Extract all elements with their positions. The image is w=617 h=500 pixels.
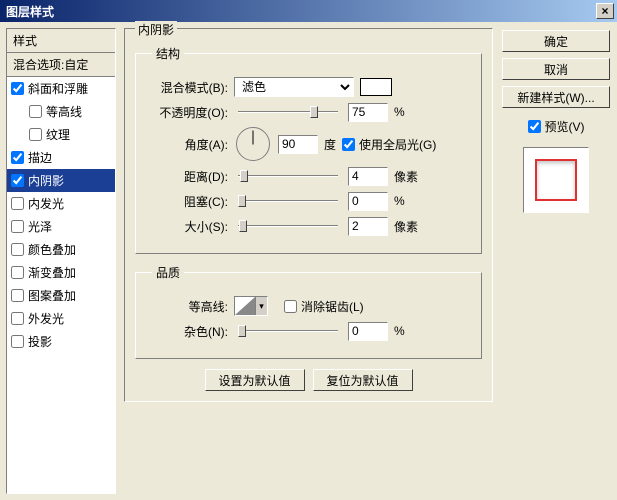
sidebar-item[interactable]: 斜面和浮雕	[7, 77, 115, 100]
antialias-checkbox[interactable]: 消除锯齿(L)	[284, 298, 364, 315]
sidebar-item-label: 纹理	[46, 126, 70, 143]
angle-label: 角度(A):	[148, 136, 228, 153]
blend-mode-select[interactable]: 滤色	[234, 77, 354, 97]
sidebar-item-label: 等高线	[46, 103, 82, 120]
noise-input[interactable]	[348, 322, 388, 341]
noise-slider[interactable]	[238, 321, 338, 341]
sidebar-item[interactable]: 投影	[7, 330, 115, 353]
new-style-button[interactable]: 新建样式(W)...	[502, 86, 610, 108]
contour-label: 等高线:	[148, 298, 228, 315]
sidebar-item-label: 描边	[28, 149, 52, 166]
panel-title: 内阴影	[135, 21, 177, 38]
sidebar-header: 样式	[7, 29, 115, 53]
angle-input[interactable]	[278, 135, 318, 154]
preview-swatch	[535, 159, 577, 201]
ok-button[interactable]: 确定	[502, 30, 610, 52]
size-input[interactable]	[348, 217, 388, 236]
sidebar-item-checkbox[interactable]	[11, 220, 24, 233]
noise-label: 杂色(N):	[148, 323, 228, 340]
pct-label: %	[394, 194, 405, 208]
sidebar-item-checkbox[interactable]	[11, 82, 24, 95]
sidebar-item-label: 外发光	[28, 310, 64, 327]
sidebar-item-label: 渐变叠加	[28, 264, 76, 281]
sidebar-item-checkbox[interactable]	[11, 335, 24, 348]
px-label: 像素	[394, 218, 418, 235]
sidebar-item[interactable]: 纹理	[7, 123, 115, 146]
px-label: 像素	[394, 168, 418, 185]
sidebar-item[interactable]: 图案叠加	[7, 284, 115, 307]
degree-label: 度	[324, 136, 336, 153]
sidebar-item-checkbox[interactable]	[29, 128, 42, 141]
sidebar-item[interactable]: 内阴影	[7, 169, 115, 192]
reset-default-button[interactable]: 复位为默认值	[313, 369, 413, 391]
color-swatch[interactable]	[360, 78, 392, 96]
angle-dial[interactable]	[236, 127, 270, 161]
pct-label: %	[394, 105, 405, 119]
window-title: 图层样式	[6, 3, 54, 20]
sidebar-item-checkbox[interactable]	[11, 289, 24, 302]
distance-slider[interactable]	[238, 166, 338, 186]
sidebar-item-label: 图案叠加	[28, 287, 76, 304]
pct-label: %	[394, 324, 405, 338]
sidebar-item-label: 内阴影	[28, 172, 64, 189]
sidebar-item[interactable]: 内发光	[7, 192, 115, 215]
size-slider[interactable]	[238, 216, 338, 236]
sidebar-item-label: 斜面和浮雕	[28, 80, 88, 97]
dialog-body: 样式 混合选项:自定 斜面和浮雕等高线纹理描边内阴影内发光光泽颜色叠加渐变叠加图…	[0, 22, 617, 500]
quality-legend: 品质	[152, 264, 184, 281]
sidebar-item[interactable]: 颜色叠加	[7, 238, 115, 261]
size-label: 大小(S):	[148, 218, 228, 235]
sidebar-item-checkbox[interactable]	[11, 312, 24, 325]
structure-fieldset: 结构 混合模式(B): 滤色 不透明度(O): % 角度(A):	[135, 45, 482, 254]
global-light-checkbox[interactable]: 使用全局光(G)	[342, 136, 436, 153]
preview-checkbox[interactable]: 预览(V)	[528, 118, 585, 135]
sidebar-item-label: 投影	[28, 333, 52, 350]
sidebar-item[interactable]: 光泽	[7, 215, 115, 238]
styles-sidebar: 样式 混合选项:自定 斜面和浮雕等高线纹理描边内阴影内发光光泽颜色叠加渐变叠加图…	[6, 28, 116, 494]
choke-label: 阻塞(C):	[148, 193, 228, 210]
sidebar-item[interactable]: 描边	[7, 146, 115, 169]
blend-mode-label: 混合模式(B):	[148, 79, 228, 96]
distance-input[interactable]	[348, 167, 388, 186]
sidebar-item-checkbox[interactable]	[29, 105, 42, 118]
close-icon[interactable]: ×	[596, 3, 614, 19]
sidebar-item[interactable]: 渐变叠加	[7, 261, 115, 284]
sidebar-item-label: 颜色叠加	[28, 241, 76, 258]
quality-fieldset: 品质 等高线: ▾ 消除锯齿(L) 杂色(N):	[135, 264, 482, 359]
opacity-input[interactable]	[348, 103, 388, 122]
sidebar-item-label: 内发光	[28, 195, 64, 212]
center-panel: 内阴影 结构 混合模式(B): 滤色 不透明度(O): %	[124, 28, 493, 494]
sidebar-blend-options[interactable]: 混合选项:自定	[7, 53, 115, 77]
sidebar-item[interactable]: 等高线	[7, 100, 115, 123]
sidebar-item-label: 光泽	[28, 218, 52, 235]
sidebar-item-checkbox[interactable]	[11, 197, 24, 210]
chevron-down-icon: ▾	[255, 297, 267, 315]
right-panel: 确定 取消 新建样式(W)... 预览(V)	[501, 28, 611, 494]
title-bar: 图层样式 ×	[0, 0, 617, 22]
make-default-button[interactable]: 设置为默认值	[205, 369, 305, 391]
sidebar-item-checkbox[interactable]	[11, 151, 24, 164]
structure-legend: 结构	[152, 45, 184, 62]
preview-box	[523, 147, 589, 213]
choke-slider[interactable]	[238, 191, 338, 211]
cancel-button[interactable]: 取消	[502, 58, 610, 80]
choke-input[interactable]	[348, 192, 388, 211]
contour-picker[interactable]: ▾	[234, 296, 268, 316]
inner-shadow-panel: 内阴影 结构 混合模式(B): 滤色 不透明度(O): %	[124, 28, 493, 402]
sidebar-item-checkbox[interactable]	[11, 243, 24, 256]
sidebar-item-checkbox[interactable]	[11, 266, 24, 279]
opacity-label: 不透明度(O):	[148, 104, 228, 121]
sidebar-item[interactable]: 外发光	[7, 307, 115, 330]
distance-label: 距离(D):	[148, 168, 228, 185]
opacity-slider[interactable]	[238, 102, 338, 122]
sidebar-item-checkbox[interactable]	[11, 174, 24, 187]
